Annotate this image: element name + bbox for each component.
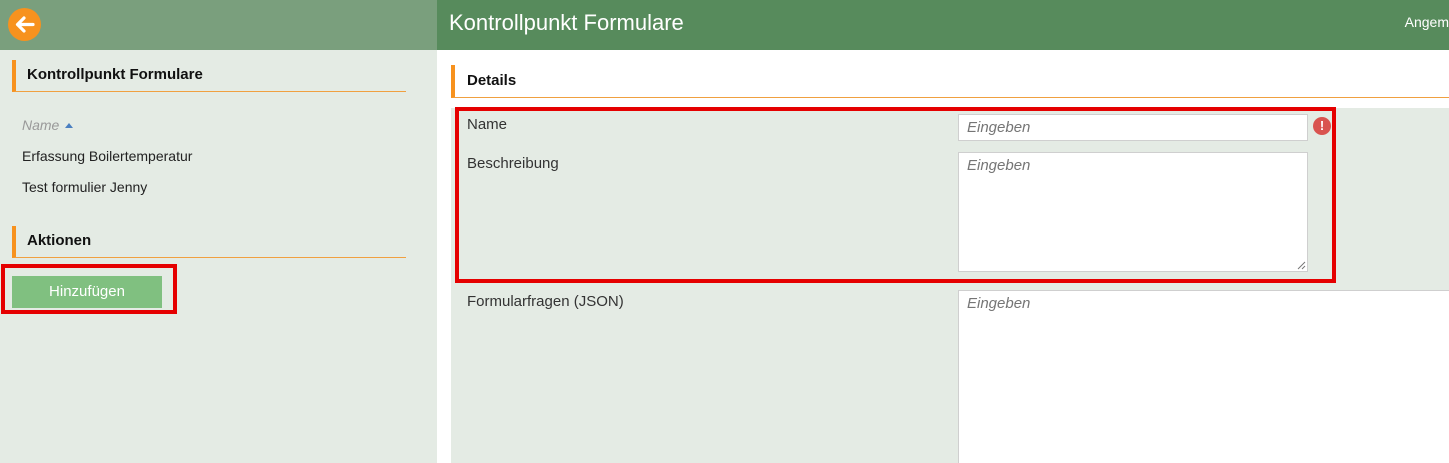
add-button[interactable]: Hinzufügen (12, 276, 162, 308)
sidebar: Kontrollpunkt Formulare Name Erfassung B… (0, 0, 437, 463)
sort-by-name-header[interactable]: Name (22, 117, 74, 133)
actions-section-title: Aktionen (12, 226, 406, 258)
user-menu[interactable]: Angem (1405, 14, 1449, 30)
highlight-frame (455, 107, 1336, 283)
arrow-left-icon (15, 16, 35, 33)
details-section-title: Details (451, 65, 1449, 98)
sort-ascending-icon (65, 123, 74, 128)
back-button[interactable] (8, 8, 41, 41)
list-item[interactable]: Erfassung Boilertemperatur (22, 148, 192, 164)
sidebar-header (0, 0, 437, 50)
list-header-label: Name (22, 117, 60, 133)
list-item[interactable]: Test formulier Jenny (22, 179, 147, 195)
topbar: Kontrollpunkt Formulare Angem (437, 0, 1449, 50)
sidebar-section-title: Kontrollpunkt Formulare (12, 60, 406, 92)
questions-json-field[interactable] (958, 290, 1449, 463)
questions-label: Formularfragen (JSON) (467, 293, 624, 310)
page-title: Kontrollpunkt Formulare (449, 10, 684, 35)
